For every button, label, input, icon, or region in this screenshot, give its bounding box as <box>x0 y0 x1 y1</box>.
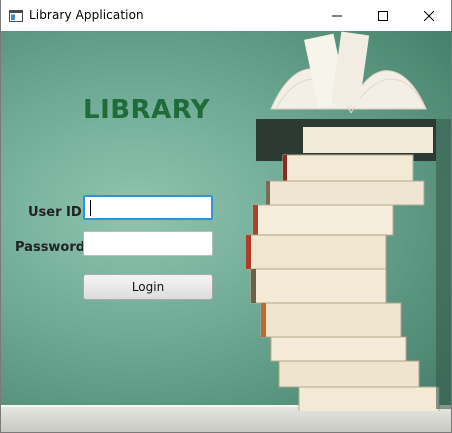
close-button[interactable] <box>406 0 451 31</box>
app-window: Library Application LIBRARY User ID Pass… <box>0 0 452 433</box>
login-button[interactable]: Login <box>83 274 213 300</box>
text-caret <box>90 200 91 216</box>
close-icon <box>424 10 434 21</box>
maximize-icon <box>378 10 388 21</box>
login-panel: LIBRARY User ID Password Login <box>1 31 451 432</box>
title-bar[interactable]: Library Application <box>1 0 451 32</box>
minimize-button[interactable] <box>314 0 360 31</box>
book-stack-illustration <box>245 31 451 411</box>
user-id-label: User ID <box>28 205 82 220</box>
password-input[interactable] <box>83 231 213 256</box>
window-title: Library Application <box>29 8 144 22</box>
maximize-button[interactable] <box>360 0 406 31</box>
user-id-input[interactable] <box>83 195 213 220</box>
library-heading: LIBRARY <box>83 95 211 125</box>
password-label: Password <box>15 240 86 255</box>
app-window-icon <box>9 9 23 22</box>
minimize-icon <box>332 15 342 16</box>
